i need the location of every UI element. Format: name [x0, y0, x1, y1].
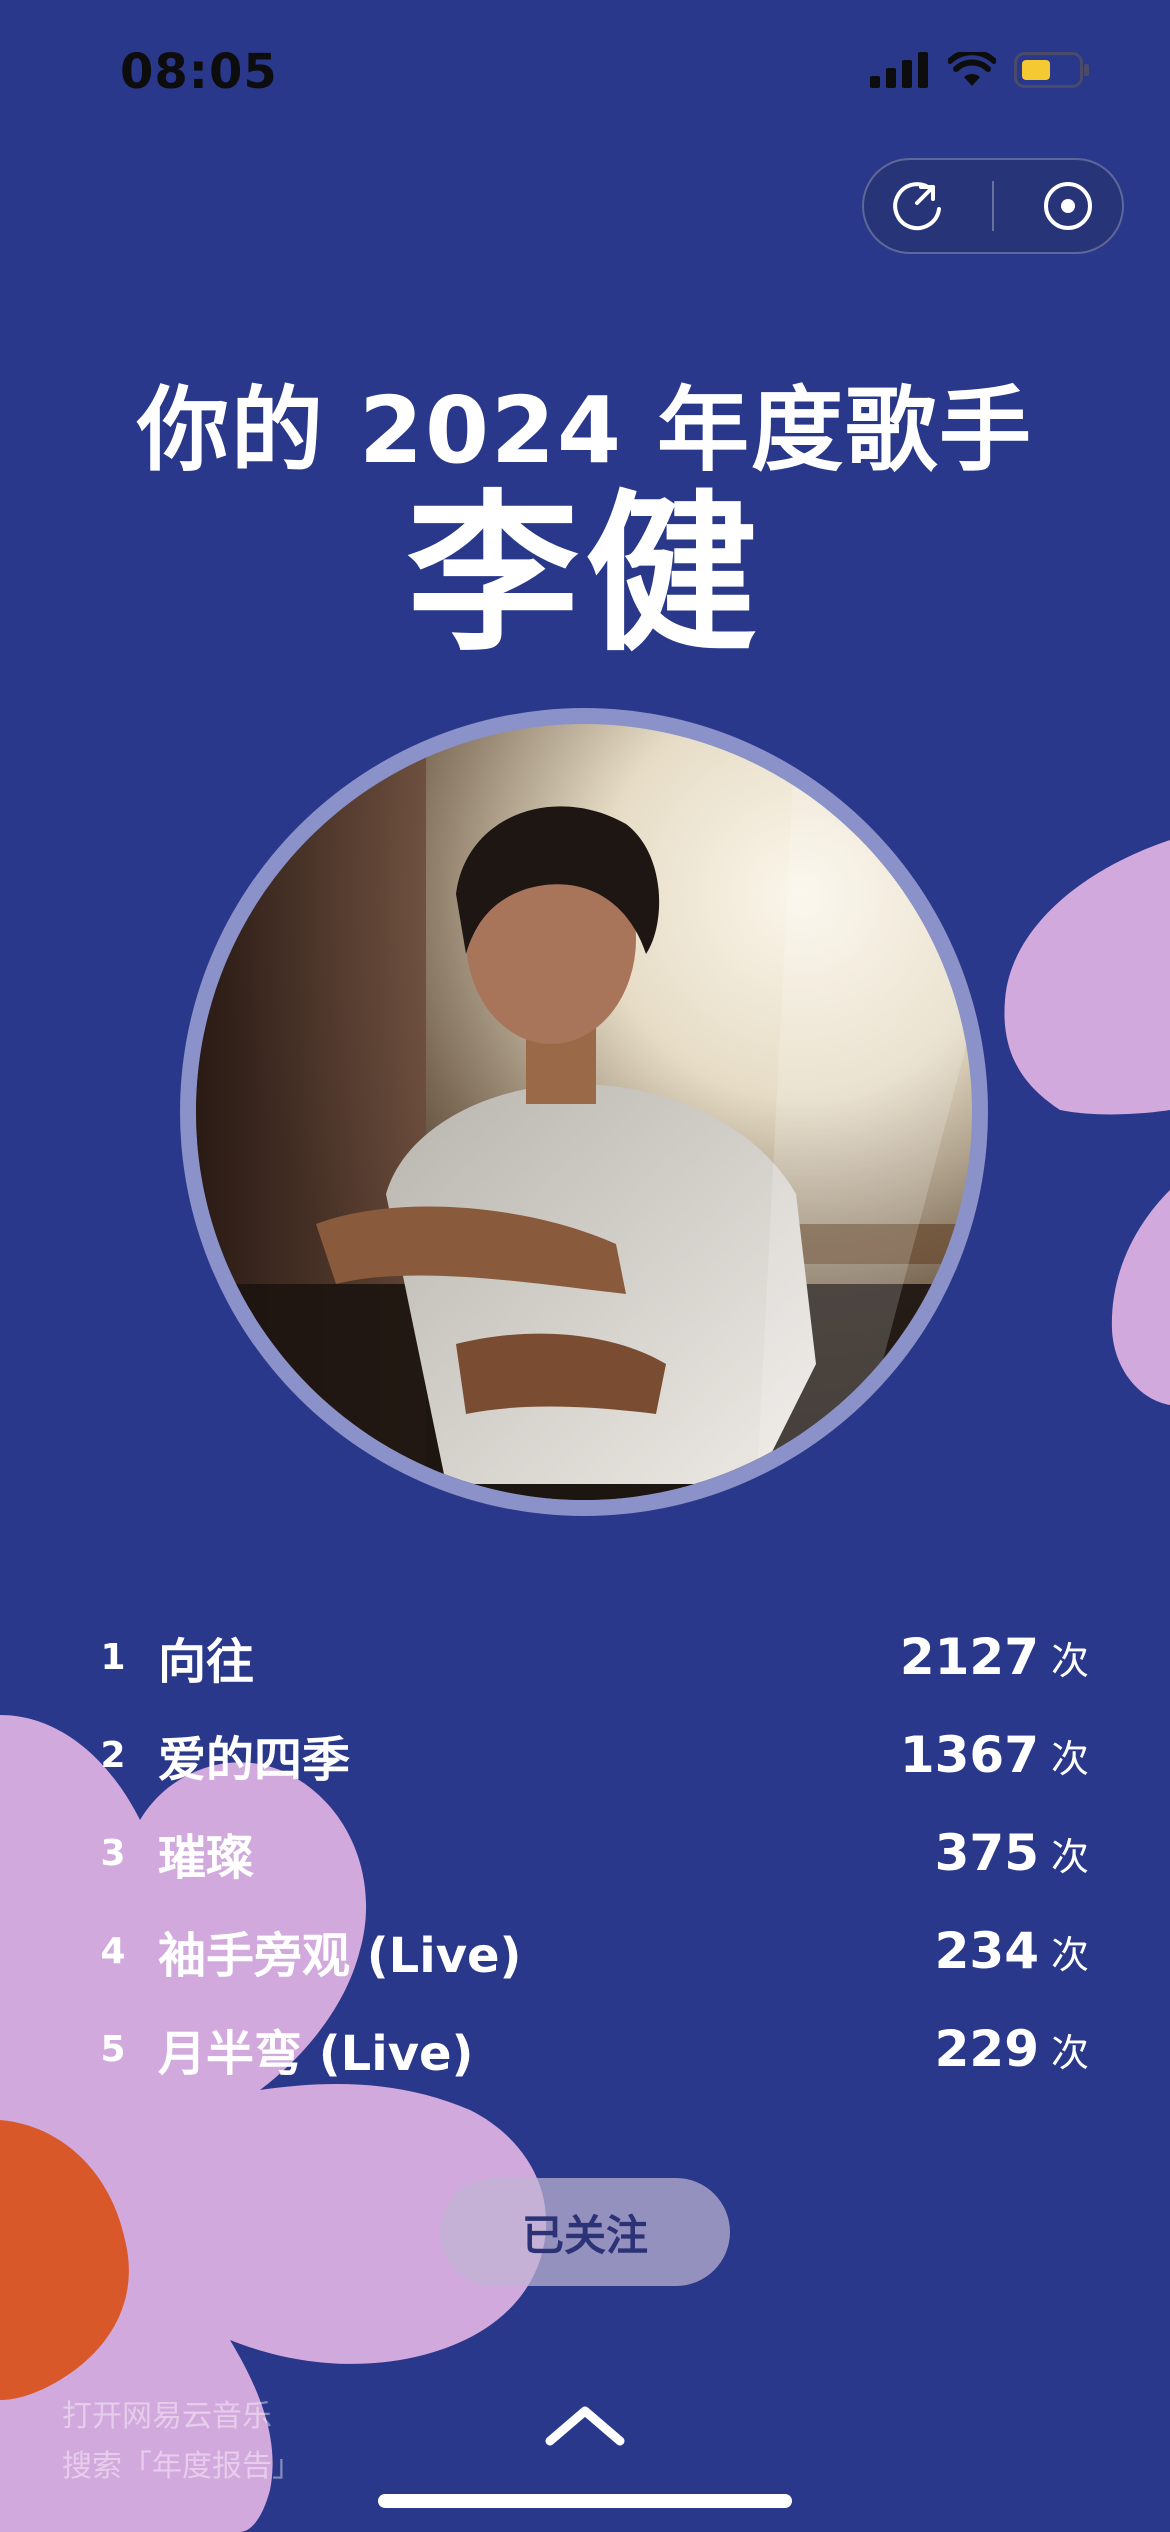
close-button[interactable]	[1033, 171, 1103, 241]
play-count: 375	[934, 1824, 1039, 1882]
play-count: 1367	[899, 1726, 1039, 1784]
play-count-unit: 次	[1051, 1638, 1090, 1683]
song-title: 袖手旁观 (Live)	[158, 1928, 522, 1984]
song-rank: 4	[100, 1930, 126, 1972]
capsule-divider	[991, 181, 994, 231]
song-title: 璀璨	[158, 1830, 255, 1886]
signal-icon	[870, 52, 928, 88]
share-icon	[893, 182, 942, 231]
song-rank: 2	[100, 1734, 126, 1776]
battery-icon	[1014, 52, 1089, 88]
report-title: 你的 2024 年度歌手	[136, 377, 1034, 484]
wifi-icon	[948, 52, 996, 86]
play-count: 229	[934, 2020, 1039, 2078]
song-row[interactable]: 4 袖手旁观 (Live) 234 次	[80, 1902, 1095, 2000]
close-target-icon	[1043, 182, 1092, 230]
play-count-unit: 次	[1051, 1736, 1090, 1781]
chevron-up-icon[interactable]	[540, 2395, 630, 2455]
top-songs-list: 1 向往 2127 次 2 爱的四季 1367 次 3 璀璨 375 次 4 袖…	[80, 1608, 1095, 2098]
play-count: 234	[934, 1922, 1039, 1980]
song-title: 爱的四季	[158, 1732, 351, 1788]
mini-program-capsule	[862, 158, 1124, 254]
song-row[interactable]: 1 向往 2127 次	[80, 1608, 1095, 1706]
open-app-hint: 打开网易云音乐 搜索「年度报告」	[62, 2392, 302, 2492]
song-rank: 5	[100, 2028, 126, 2070]
play-count: 2127	[899, 1628, 1039, 1686]
share-button[interactable]	[883, 171, 953, 241]
right-flower-petal	[1004, 840, 1170, 1115]
song-row[interactable]: 3 璀璨 375 次	[80, 1804, 1095, 1902]
right-flower-petal-lower	[1111, 1190, 1170, 1405]
hint-line-1: 打开网易云音乐	[62, 2399, 272, 2434]
follow-button[interactable]: 已关注	[440, 2178, 730, 2286]
song-rank: 1	[100, 1636, 126, 1678]
play-count-unit: 次	[1051, 1834, 1090, 1879]
song-rank: 3	[100, 1832, 126, 1874]
song-title: 月半弯 (Live)	[158, 2026, 474, 2082]
status-icons	[870, 52, 1090, 88]
song-row[interactable]: 5 月半弯 (Live) 229 次	[80, 2000, 1095, 2098]
artist-photo	[196, 724, 972, 1500]
status-time: 08:05	[120, 44, 278, 100]
song-title: 向往	[158, 1634, 255, 1690]
song-row[interactable]: 2 爱的四季 1367 次	[80, 1706, 1095, 1804]
play-count-unit: 次	[1051, 1932, 1090, 1977]
left-flower-accent	[0, 2120, 129, 2400]
artist-name: 李健	[407, 474, 763, 675]
home-indicator[interactable]	[378, 2494, 792, 2508]
play-count-unit: 次	[1051, 2030, 1090, 2075]
hint-line-2: 搜索「年度报告」	[62, 2449, 302, 2484]
